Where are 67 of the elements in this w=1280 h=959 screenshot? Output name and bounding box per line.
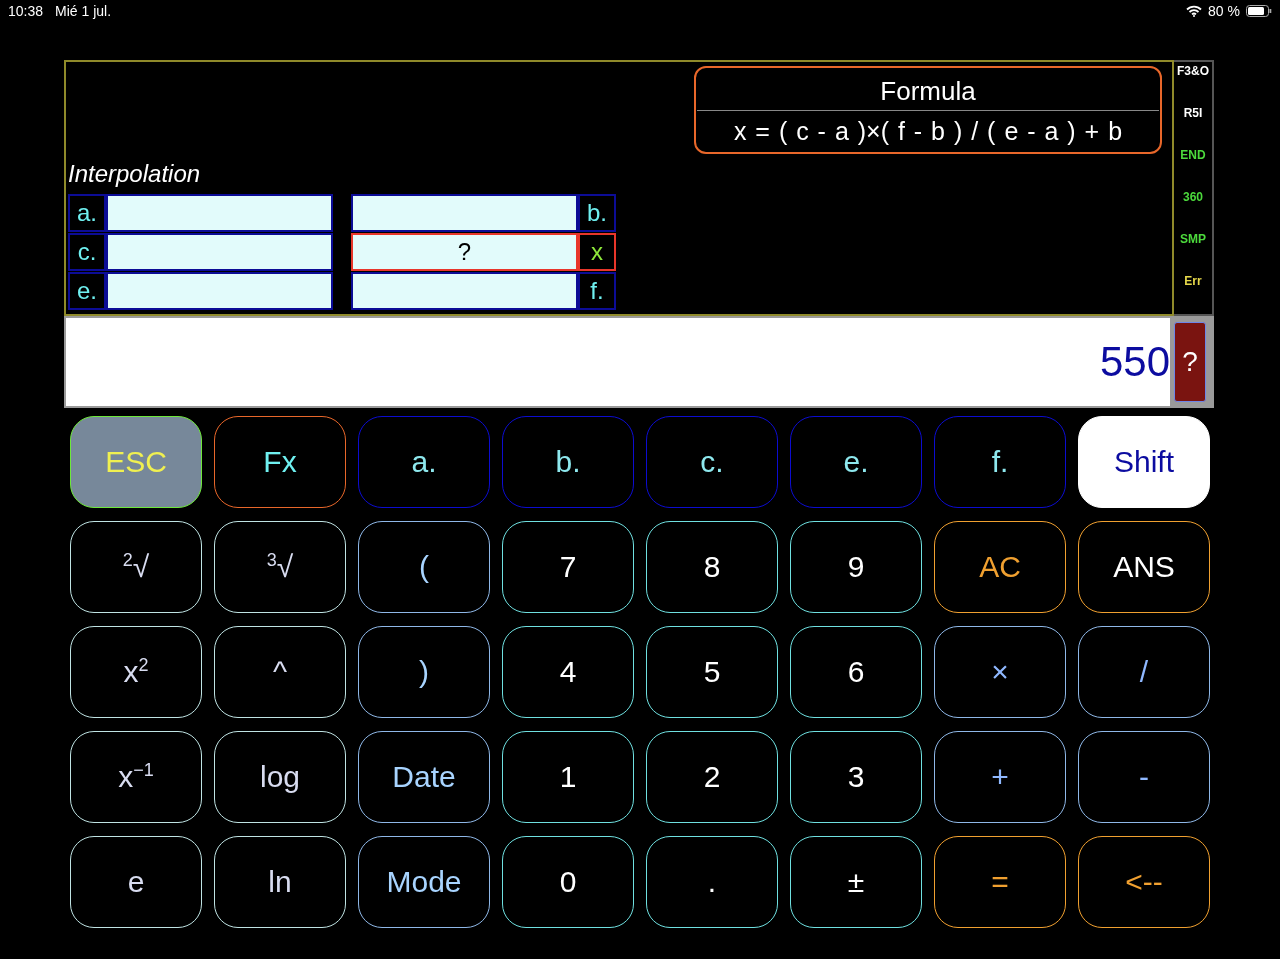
mode-indicator: Err [1184, 274, 1202, 289]
mode-indicator: R5I [1183, 106, 1203, 121]
calculator-key[interactable]: 4 [502, 626, 634, 718]
variable-label[interactable]: x [578, 233, 616, 271]
variable-field[interactable]: ? [351, 233, 578, 271]
calculator-key[interactable]: Shift [1078, 416, 1210, 508]
calculator-key[interactable]: 3 [790, 731, 922, 823]
calculator-key[interactable]: Fx [214, 416, 346, 508]
battery-icon [1246, 5, 1272, 17]
variable-field[interactable] [106, 194, 333, 232]
calculator-key[interactable]: 1 [502, 731, 634, 823]
calculator-key[interactable]: <-- [1078, 836, 1210, 928]
mode-indicator: 360 [1183, 190, 1203, 205]
calculator-key[interactable]: ^ [214, 626, 346, 718]
panel-title: Interpolation [68, 160, 202, 188]
calculator-key[interactable]: 5 [646, 626, 778, 718]
formula-title: Formula [697, 68, 1159, 111]
battery-percent: 80 % [1208, 3, 1240, 19]
calculator-key[interactable]: 8 [646, 521, 778, 613]
calculator-key[interactable]: e [70, 836, 202, 928]
variable-label[interactable]: c. [68, 233, 106, 271]
calculator-key[interactable]: a. [358, 416, 490, 508]
calculator-key[interactable]: f. [934, 416, 1066, 508]
calculator-key[interactable]: Mode [358, 836, 490, 928]
calculator-key[interactable]: Date [358, 731, 490, 823]
wifi-icon [1186, 5, 1203, 17]
calculator-key[interactable]: - [1078, 731, 1210, 823]
variable-field[interactable] [106, 272, 333, 310]
variable-label[interactable]: b. [578, 194, 616, 232]
calculator-key[interactable]: + [934, 731, 1066, 823]
variable-label[interactable]: f. [578, 272, 616, 310]
mode-indicator: SMP [1180, 232, 1206, 247]
variable-field[interactable] [351, 272, 578, 310]
variable-field[interactable] [351, 194, 578, 232]
calculator-key[interactable]: / [1078, 626, 1210, 718]
calculator-key[interactable]: x$^{2}$ [70, 626, 202, 718]
display-value: 550 [66, 318, 1170, 406]
calculator-key[interactable]: . [646, 836, 778, 928]
calculator-key[interactable]: = [934, 836, 1066, 928]
variable-label[interactable]: a. [68, 194, 106, 232]
calculator-key[interactable]: $^{3}$√ [214, 521, 346, 613]
variable-field[interactable] [106, 233, 333, 271]
status-time: 10:38 [8, 3, 44, 19]
calculator-key[interactable]: 0 [502, 836, 634, 928]
calculator-key[interactable]: AC [934, 521, 1066, 613]
calculator-key[interactable]: log [214, 731, 346, 823]
calculator-key[interactable]: 2 [646, 731, 778, 823]
calculator-key[interactable]: 7 [502, 521, 634, 613]
calculator-key[interactable]: 9 [790, 521, 922, 613]
calculator-key[interactable]: c. [646, 416, 778, 508]
calculator-key[interactable]: ) [358, 626, 490, 718]
calculator-key[interactable]: 6 [790, 626, 922, 718]
calculator-key[interactable]: x$^{−1}$ [70, 731, 202, 823]
calculator-key[interactable]: $^{2}$√ [70, 521, 202, 613]
calculator-key[interactable]: ± [790, 836, 922, 928]
formula-expression: x = ( c - a )×( f - b ) / ( e - a ) + b [733, 116, 1123, 146]
calculator-key[interactable]: ANS [1078, 521, 1210, 613]
calculator-key[interactable]: ( [358, 521, 490, 613]
calculator-key[interactable]: × [934, 626, 1066, 718]
calculator-key[interactable]: ln [214, 836, 346, 928]
calculator-key[interactable]: e. [790, 416, 922, 508]
variable-label[interactable]: e. [68, 272, 106, 310]
calculator-key[interactable]: b. [502, 416, 634, 508]
mode-indicator: END [1180, 148, 1206, 163]
mode-indicator: F3&O [1177, 64, 1209, 79]
help-button[interactable]: ? [1174, 322, 1206, 402]
status-date: Mié 1 jul. [55, 3, 112, 19]
